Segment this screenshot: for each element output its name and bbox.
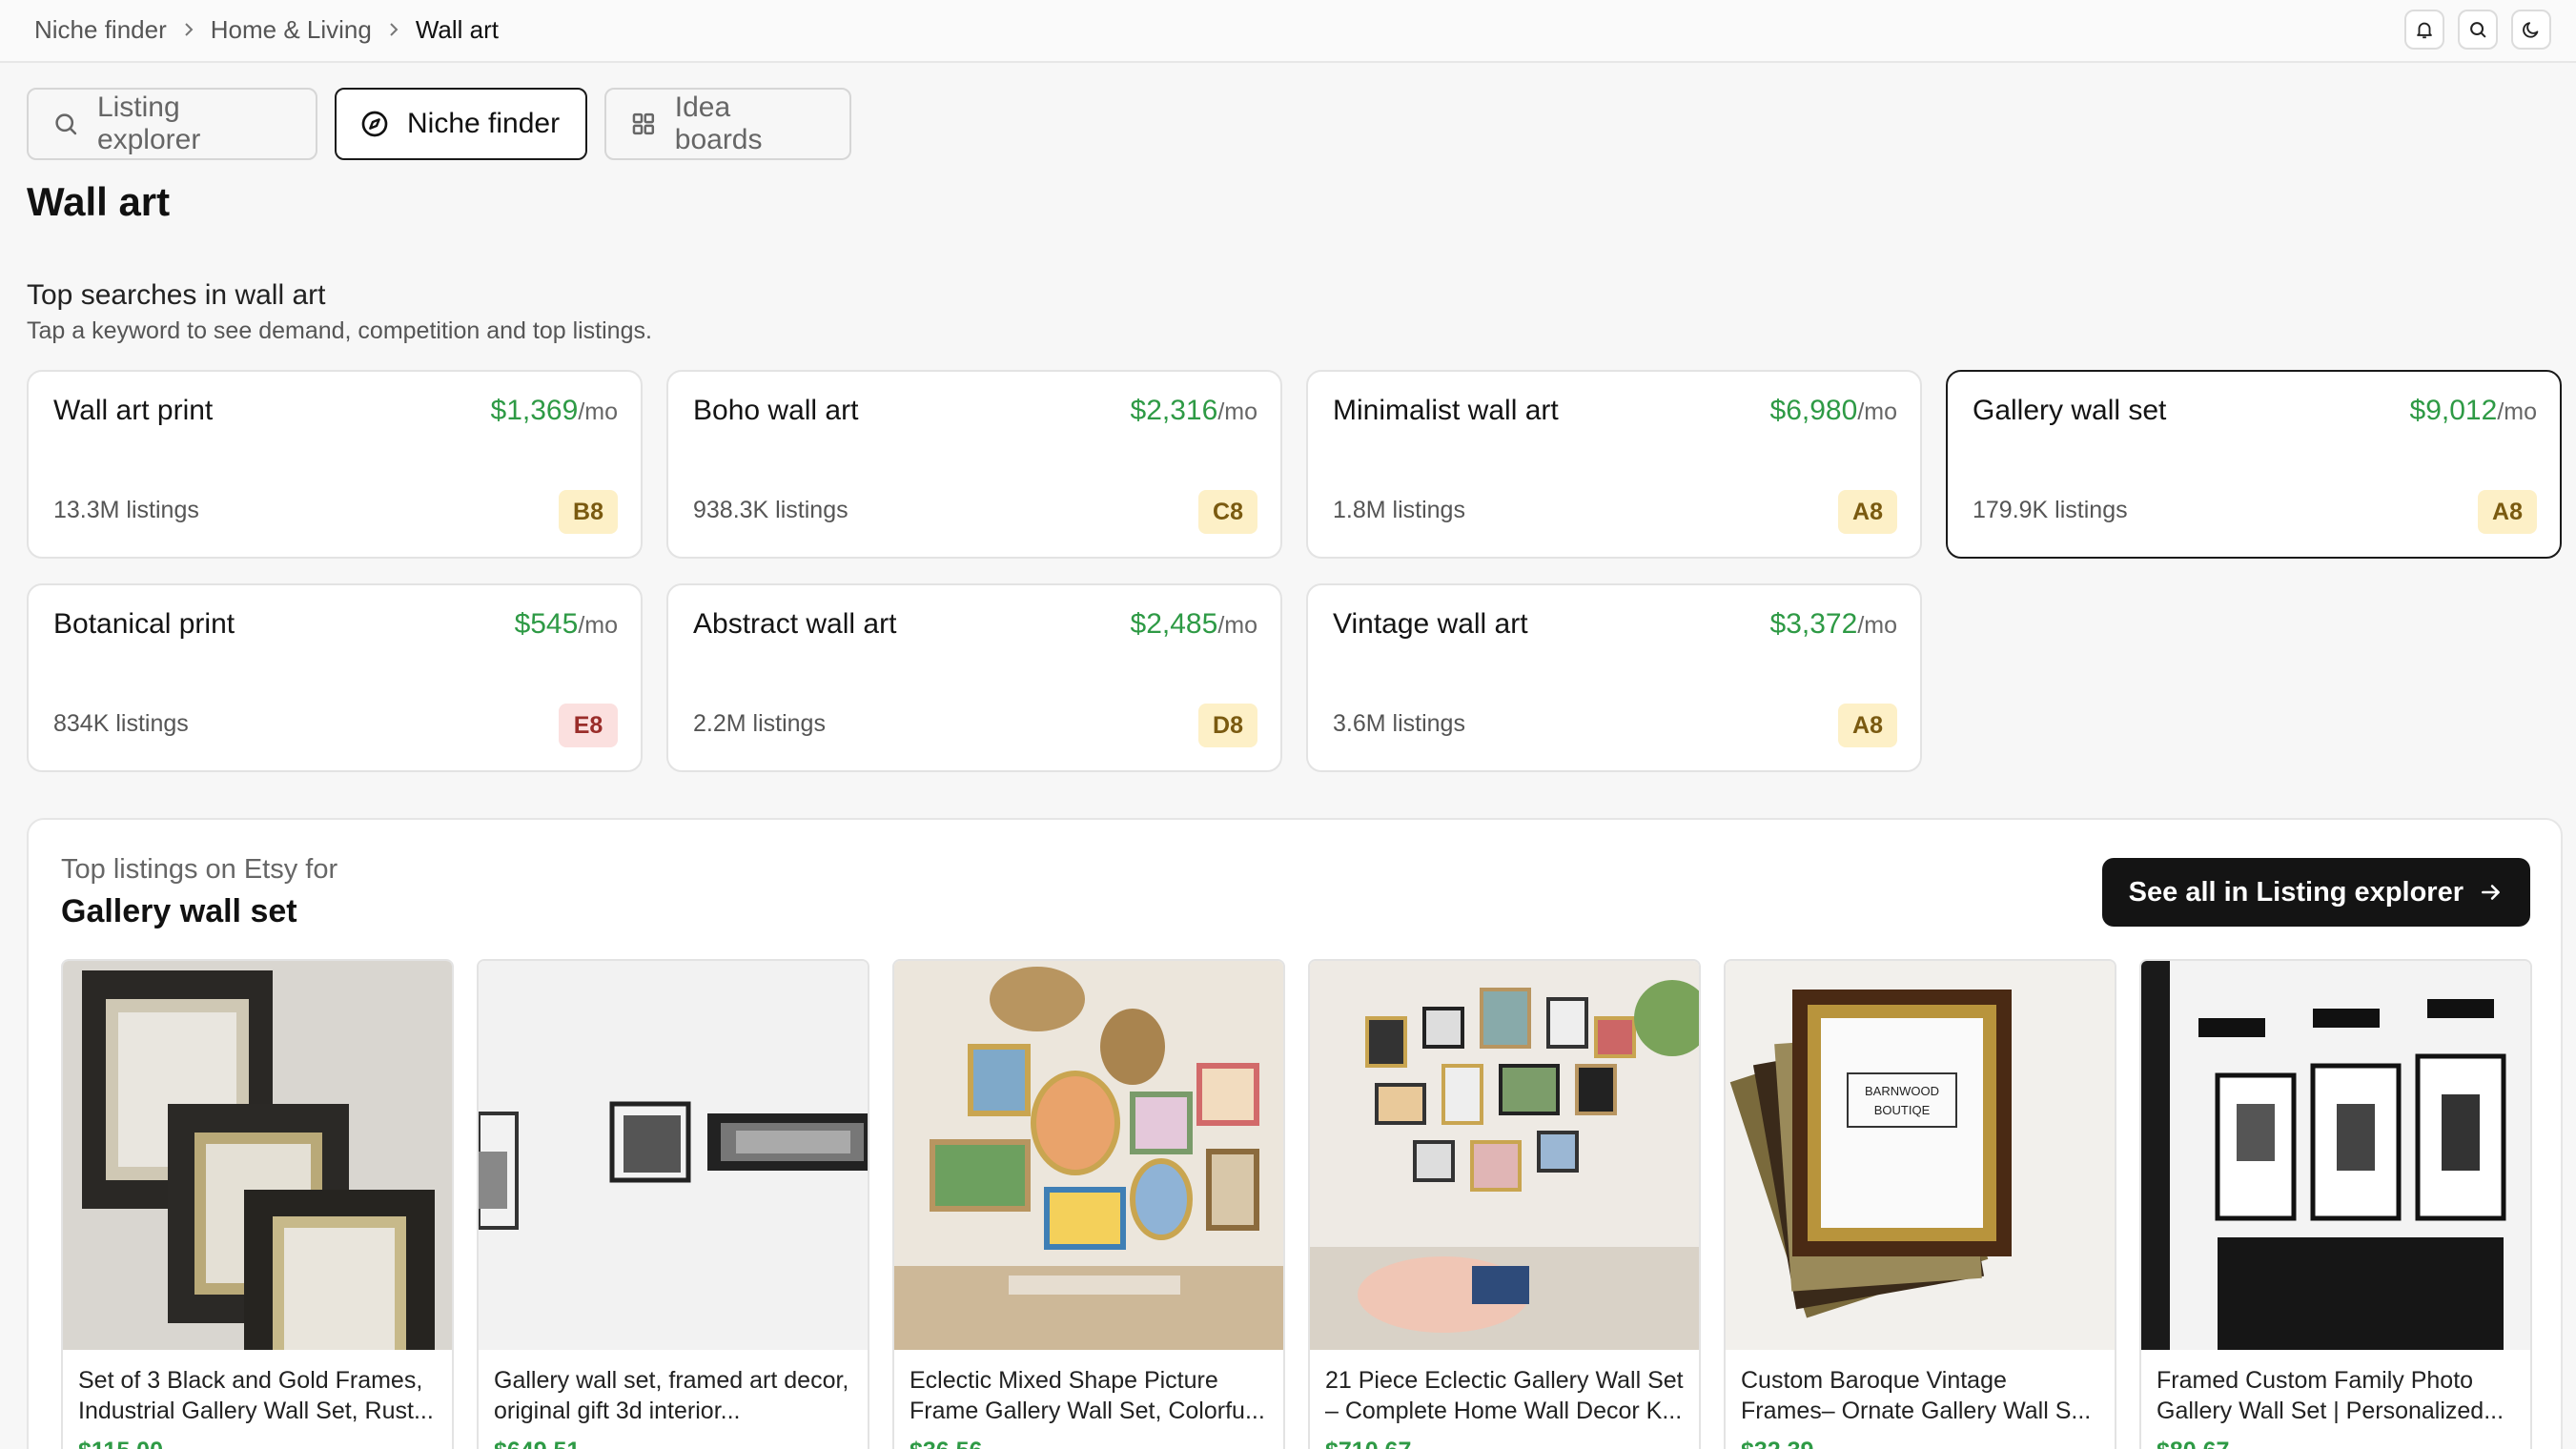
search-button[interactable] — [2458, 10, 2498, 50]
listing-price: $649.51 — [494, 1438, 580, 1449]
keyword-name: Abstract wall art — [693, 608, 897, 640]
keyword-name: Boho wall art — [693, 395, 859, 426]
breadcrumb-home-living[interactable]: Home & Living — [211, 15, 372, 45]
keyword-name: Wall art print — [53, 395, 214, 426]
listing-price: $115.00 — [78, 1438, 163, 1449]
keyword-listings-count: 13.3M listings — [53, 497, 199, 523]
listing-image[interactable] — [479, 961, 868, 1350]
listing-title[interactable]: Custom Baroque Vintage Frames– Ornate Ga… — [1741, 1365, 2101, 1426]
listing-price: $710.67 — [1325, 1438, 1411, 1449]
keyword-listings-count: 834K listings — [53, 710, 189, 737]
section-title: Top searches in wall art — [27, 279, 326, 311]
grid-icon — [632, 112, 655, 135]
panel-title: Gallery wall set — [61, 893, 297, 929]
listing-image[interactable] — [894, 961, 1283, 1350]
keyword-name: Gallery wall set — [1973, 395, 2167, 426]
listing-image[interactable]: BARNWOOD BOUTIQE — [1726, 961, 2115, 1350]
keyword-revenue: $6,980/mo — [1769, 395, 1897, 426]
keyword-name: Minimalist wall art — [1333, 395, 1559, 426]
grade-badge: B8 — [559, 490, 618, 534]
grade-badge: C8 — [1198, 490, 1257, 534]
thumb-logo-text: BOUTIQE — [1874, 1103, 1931, 1117]
keyword-revenue: $545/mo — [514, 608, 618, 640]
keyword-card[interactable]: Wall art print $1,369/mo 13.3M listings … — [27, 370, 643, 559]
keyword-card-selected[interactable]: Gallery wall set $9,012/mo 179.9K listin… — [1946, 370, 2562, 559]
keyword-card[interactable]: Abstract wall art $2,485/mo 2.2M listing… — [666, 583, 1282, 772]
keyword-listings-count: 1.8M listings — [1333, 497, 1465, 523]
listing-title[interactable]: Gallery wall set, framed art decor, orig… — [494, 1365, 854, 1426]
listing-image[interactable] — [63, 961, 452, 1350]
listing-card[interactable]: 21 Piece Eclectic Gallery Wall Set – Com… — [1308, 959, 1701, 1449]
thumb-logo-text: BARNWOOD — [1865, 1084, 1939, 1098]
listing-image[interactable] — [2141, 961, 2530, 1350]
tab-niche-finder[interactable]: Niche finder — [335, 88, 587, 160]
listing-card[interactable]: Framed Custom Family Photo Gallery Wall … — [2139, 959, 2532, 1449]
keyword-revenue: $2,485/mo — [1130, 608, 1257, 640]
tab-listing-explorer[interactable]: Listing explorer — [27, 88, 317, 160]
breadcrumb-wall-art: Wall art — [415, 14, 499, 44]
listing-price: $32.39 — [1741, 1438, 1813, 1449]
listing-price: $36.56 — [910, 1438, 982, 1449]
listing-card[interactable]: Eclectic Mixed Shape Picture Frame Galle… — [892, 959, 1285, 1449]
listing-title[interactable]: Eclectic Mixed Shape Picture Frame Galle… — [910, 1365, 1270, 1426]
keyword-listings-count: 179.9K listings — [1973, 497, 2128, 523]
listing-card[interactable]: Set of 3 Black and Gold Frames, Industri… — [61, 959, 454, 1449]
listing-card[interactable]: Gallery wall set, framed art decor, orig… — [477, 959, 869, 1449]
section-subtitle: Tap a keyword to see demand, competition… — [27, 317, 652, 344]
breadcrumb: Niche finder Home & Living Wall art — [34, 0, 499, 59]
keyword-card[interactable]: Boho wall art $2,316/mo 938.3K listings … — [666, 370, 1282, 559]
keyword-listings-count: 3.6M listings — [1333, 710, 1465, 737]
listing-card[interactable]: BARNWOOD BOUTIQE Custom Baroque Vintage … — [1724, 959, 2116, 1449]
see-all-button[interactable]: See all in Listing explorer — [2101, 858, 2530, 927]
page-title: Wall art — [27, 179, 171, 224]
section-header: Top searches in wall art Tap a keyword t… — [27, 279, 652, 345]
keyword-revenue: $3,372/mo — [1769, 608, 1897, 640]
nav-tabs: Listing explorer Niche finder Idea board… — [27, 88, 851, 160]
keyword-revenue: $1,369/mo — [490, 395, 618, 426]
keyword-name: Botanical print — [53, 608, 235, 640]
chevron-right-icon — [182, 21, 195, 38]
grade-badge: E8 — [559, 704, 618, 747]
breadcrumb-niche-finder[interactable]: Niche finder — [34, 15, 167, 45]
arrow-right-icon — [2482, 885, 2500, 900]
dark-mode-toggle[interactable] — [2511, 10, 2551, 50]
grade-badge: A8 — [2478, 490, 2537, 534]
listing-image[interactable] — [1310, 961, 1699, 1350]
tab-label: Niche finder — [407, 108, 561, 139]
top-listings-panel: Top listings on Etsy for Gallery wall se… — [27, 818, 2563, 1449]
chevron-right-icon — [387, 21, 400, 38]
listing-title[interactable]: 21 Piece Eclectic Gallery Wall Set – Com… — [1325, 1365, 1686, 1426]
search-icon — [55, 113, 77, 135]
keyword-listings-count: 2.2M listings — [693, 710, 826, 737]
panel-subtitle: Top listings on Etsy for — [61, 854, 338, 885]
keyword-card[interactable]: Minimalist wall art $6,980/mo 1.8M listi… — [1306, 370, 1922, 559]
keyword-card[interactable]: Botanical print $545/mo 834K listings E8 — [27, 583, 643, 772]
keyword-revenue: $2,316/mo — [1130, 395, 1257, 426]
tab-idea-boards[interactable]: Idea boards — [604, 88, 851, 160]
grade-badge: D8 — [1198, 704, 1257, 747]
listing-title[interactable]: Framed Custom Family Photo Gallery Wall … — [2157, 1365, 2517, 1426]
compass-icon — [361, 111, 388, 137]
keyword-name: Vintage wall art — [1333, 608, 1528, 640]
grade-badge: A8 — [1838, 704, 1897, 747]
tab-label: Listing explorer — [96, 92, 201, 155]
moon-icon — [2523, 22, 2539, 38]
listing-price: $80.67 — [2157, 1438, 2229, 1449]
grade-badge: A8 — [1838, 490, 1897, 534]
bell-icon — [2417, 22, 2432, 39]
see-all-label: See all in Listing explorer — [2128, 876, 2464, 908]
search-icon — [2470, 22, 2486, 38]
notifications-button[interactable] — [2404, 10, 2444, 50]
top-bar: Niche finder Home & Living Wall art — [0, 0, 2576, 63]
tab-label: Idea boards — [674, 92, 763, 155]
keyword-revenue: $9,012/mo — [2409, 395, 2537, 426]
keyword-listings-count: 938.3K listings — [693, 497, 848, 523]
listing-title[interactable]: Set of 3 Black and Gold Frames, Industri… — [78, 1365, 439, 1426]
keyword-card[interactable]: Vintage wall art $3,372/mo 3.6M listings… — [1306, 583, 1922, 772]
